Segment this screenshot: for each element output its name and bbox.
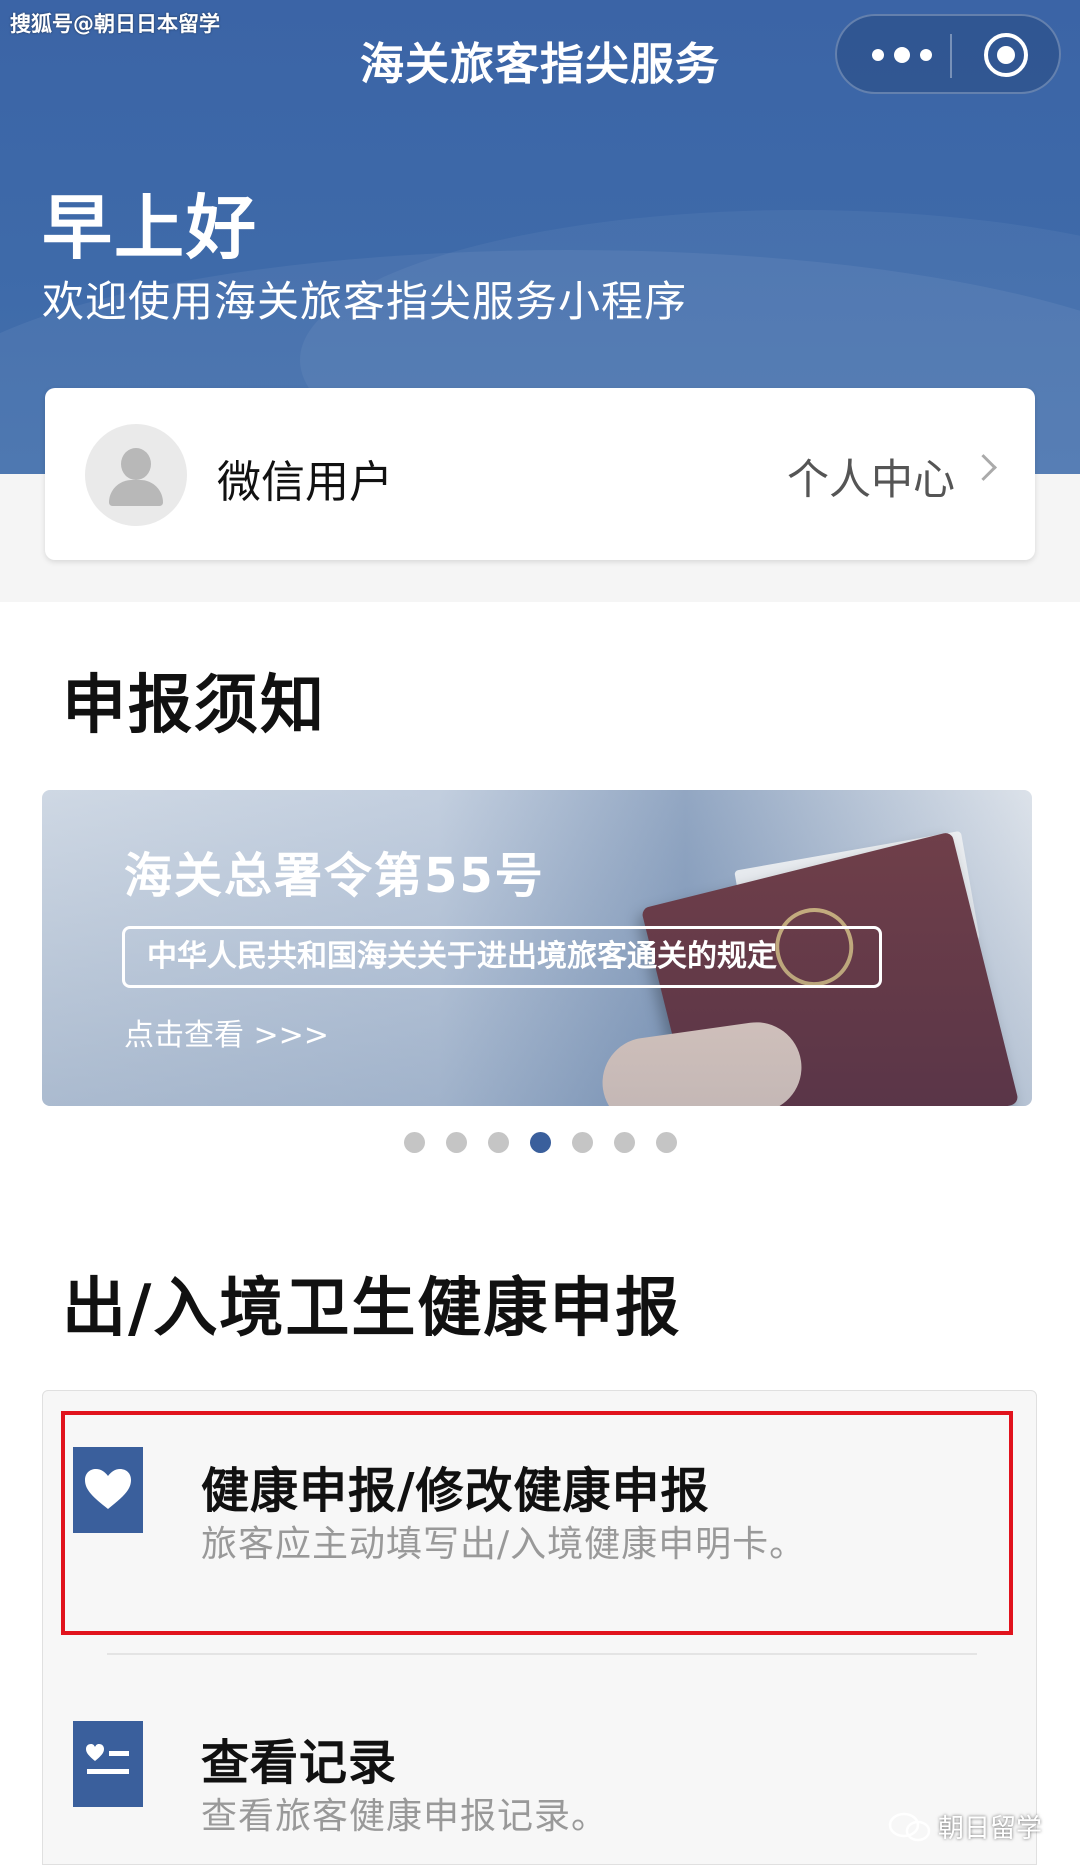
watermark-bottom: 朝日留学 [888, 1808, 1042, 1845]
personal-center-link[interactable]: 个人中心 [787, 446, 955, 507]
capsule-divider [950, 34, 952, 78]
divider [107, 1653, 977, 1655]
item-subtitle: 查看旅客健康申报记录。 [201, 1796, 609, 1837]
avatar [85, 424, 187, 526]
item-title: 查看记录 [201, 1735, 398, 1791]
main-content: 申报须知 海关总署令第55号 中华人民共和国海关关于进出境旅客通关的规定 点击查… [0, 602, 1080, 1865]
user-card[interactable]: 微信用户 个人中心 [45, 388, 1035, 560]
banner-view-link[interactable]: 点击查看 >>> [124, 1010, 329, 1054]
welcome-text: 欢迎使用海关旅客指尖服务小程序 [42, 277, 688, 326]
section-title-health: 出/入境卫生健康申报 [62, 1272, 682, 1346]
carousel-dot[interactable] [655, 1132, 677, 1153]
item-title: 健康申报/修改健康申报 [201, 1463, 710, 1519]
user-name: 微信用户 [217, 457, 393, 508]
carousel-indicator [0, 1132, 1080, 1153]
chevron-right-icon [970, 454, 997, 481]
more-icon[interactable] [872, 40, 932, 70]
record-list-icon [73, 1721, 143, 1807]
carousel-dot[interactable] [613, 1132, 635, 1153]
section-title-notice: 申报须知 [62, 669, 326, 743]
greeting-text: 早上好 [42, 187, 258, 269]
item-subtitle: 旅客应主动填写出/入境健康申明卡。 [201, 1524, 807, 1565]
carousel-dot[interactable] [529, 1132, 551, 1153]
watermark-bottom-text: 朝日留学 [938, 1814, 1043, 1844]
carousel-dot[interactable] [571, 1132, 593, 1153]
carousel-dot[interactable] [487, 1132, 509, 1153]
close-miniprogram-icon[interactable] [984, 33, 1028, 77]
wechat-icon [888, 1812, 931, 1841]
carousel-dot[interactable] [445, 1132, 467, 1153]
notice-banner[interactable]: 海关总署令第55号 中华人民共和国海关关于进出境旅客通关的规定 点击查看 >>> [42, 790, 1032, 1106]
health-declaration-card: 健康申报/修改健康申报 旅客应主动填写出/入境健康申明卡。 查看记录 查看旅客健… [42, 1390, 1037, 1865]
banner-title: 海关总署令第55号 [124, 848, 545, 904]
carousel-dot[interactable] [403, 1132, 425, 1153]
miniprogram-capsule [835, 14, 1061, 94]
heart-icon [73, 1447, 143, 1533]
banner-subtitle: 中华人民共和国海关关于进出境旅客通关的规定 [122, 926, 882, 988]
